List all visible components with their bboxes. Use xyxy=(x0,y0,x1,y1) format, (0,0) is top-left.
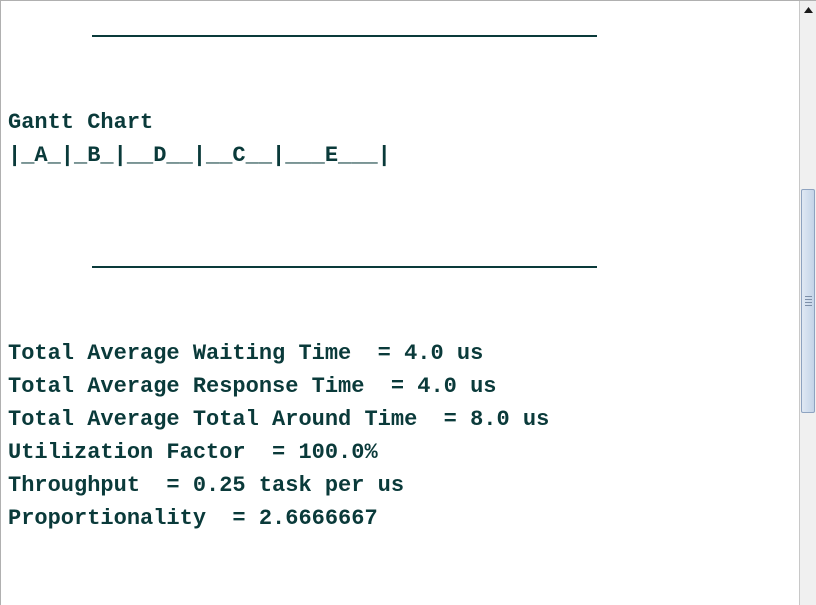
separator-line-bottom xyxy=(92,266,597,268)
stat-turnaround-time: Total Average Total Around Time = 8.0 us xyxy=(8,407,550,432)
separator-line-top xyxy=(92,35,597,37)
stat-utilization: Utilization Factor = 100.0% xyxy=(8,440,378,465)
scrollbar-thumb[interactable] xyxy=(801,189,815,413)
grip-icon xyxy=(805,296,812,308)
gantt-chart-row: |_A_|_B_|__D__|__C__|___E___| xyxy=(8,143,391,168)
output-window: Gantt Chart |_A_|_B_|__D__|__C__|___E___… xyxy=(0,0,816,605)
gantt-chart-title: Gantt Chart xyxy=(8,110,154,135)
stat-throughput: Throughput = 0.25 task per us xyxy=(8,473,405,498)
arrow-up-icon[interactable] xyxy=(801,3,815,17)
stat-response-time: Total Average Response Time = 4.0 us xyxy=(8,374,497,399)
vertical-scrollbar[interactable] xyxy=(799,1,816,605)
stat-waiting-time: Total Average Waiting Time = 4.0 us xyxy=(8,341,484,366)
output-text-area[interactable]: Gantt Chart |_A_|_B_|__D__|__C__|___E___… xyxy=(1,1,800,605)
stat-proportionality: Proportionality = 2.6666667 xyxy=(8,506,378,531)
